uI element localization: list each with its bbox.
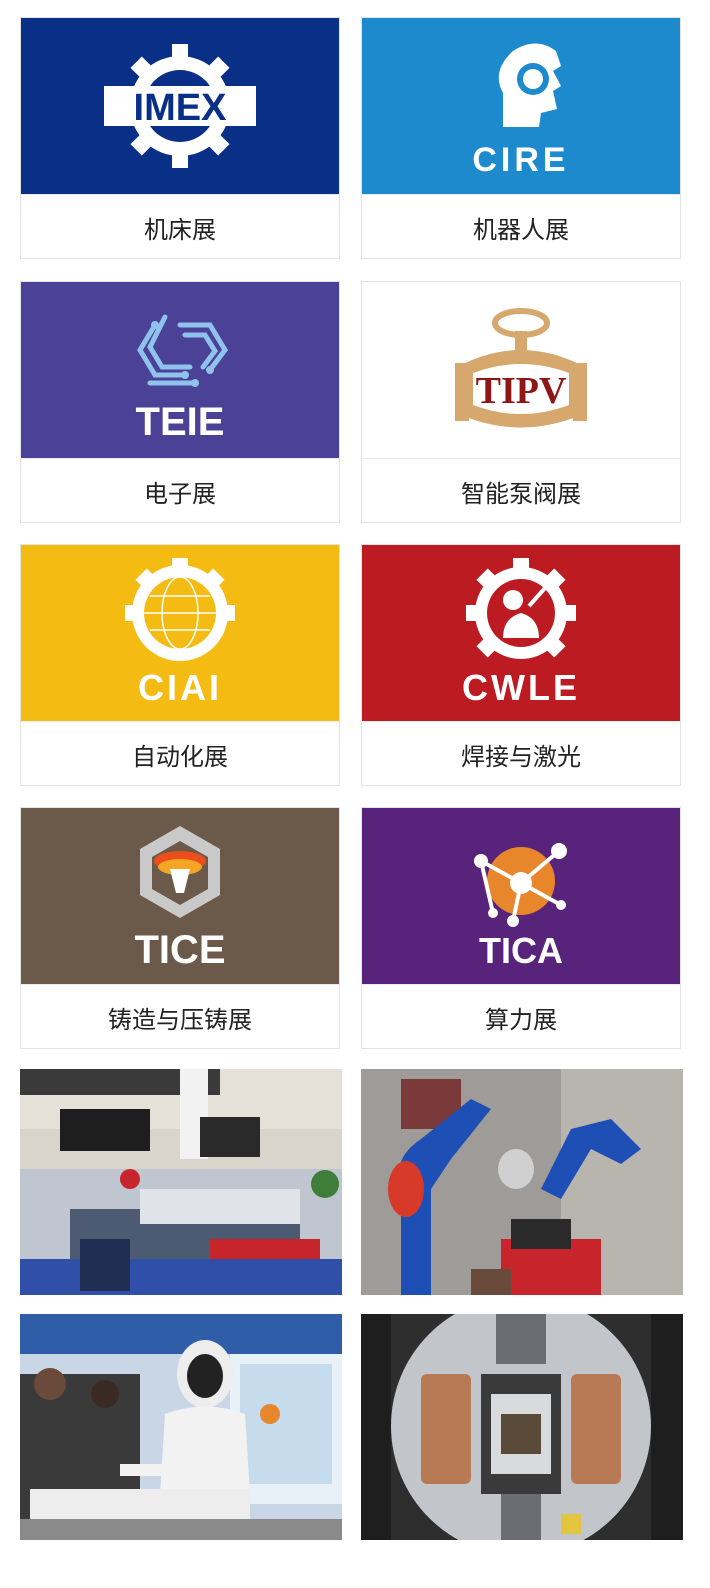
exhibition-card-ciai[interactable]: CIAI 自动化展 <box>20 544 340 786</box>
humanoid-robot-photo[interactable] <box>20 1314 342 1540</box>
exhibition-card-tipv[interactable]: TIPV 智能泵阀展 <box>361 281 681 523</box>
cwle-logo-text: CWLE <box>462 667 580 708</box>
ciai-logo-text: CIAI <box>138 667 222 708</box>
exhibition-card-cire[interactable]: CIRE 机器人展 <box>361 17 681 259</box>
cire-logo-text: CIRE <box>472 141 569 179</box>
exhibition-card-teie[interactable]: TEIE 电子展 <box>20 281 340 523</box>
cire-logo: CIRE <box>362 18 680 194</box>
exhibition-name: 智能泵阀展 <box>362 458 680 522</box>
exhibition-name: 自动化展 <box>21 721 339 785</box>
tice-logo: TICE <box>21 808 339 984</box>
exhibition-name: 机床展 <box>21 194 339 258</box>
exhibition-card-tice[interactable]: TICE 铸造与压铸展 <box>20 807 340 1049</box>
exhibition-card-cwle[interactable]: CWLE 焊接与激光 <box>361 544 681 786</box>
exhibition-name: 算力展 <box>362 984 680 1048</box>
tica-logo-text: TICA <box>479 930 563 971</box>
exhibition-card-tica[interactable]: TICA 算力展 <box>361 807 681 1049</box>
exhibition-name: 铸造与压铸展 <box>21 984 339 1048</box>
exhibition-grid: IMEX 机床展 CIRE 机器人展 TEIE 电子展 TIPV 智能泵阀展 C… <box>0 0 710 1588</box>
tipv-logo: TIPV <box>362 282 680 458</box>
welding-robot-photo[interactable] <box>361 1069 683 1295</box>
industrial-equipment-photo[interactable] <box>361 1314 683 1540</box>
exhibition-name: 机器人展 <box>362 194 680 258</box>
tipv-logo-text: TIPV <box>476 370 567 412</box>
exhibition-name: 电子展 <box>21 458 339 522</box>
tice-logo-text: TICE <box>134 928 225 971</box>
tica-logo: TICA <box>362 808 680 984</box>
exhibition-name: 焊接与激光 <box>362 721 680 785</box>
imex-logo-text: IMEX <box>134 87 228 129</box>
exhibition-card-imex[interactable]: IMEX 机床展 <box>20 17 340 259</box>
imex-logo: IMEX <box>21 18 339 194</box>
teie-logo-text: TEIE <box>136 400 225 444</box>
ciai-logo: CIAI <box>21 545 339 721</box>
machine-tool-booth-photo[interactable] <box>20 1069 342 1295</box>
teie-logo: TEIE <box>21 282 339 458</box>
cwle-logo: CWLE <box>362 545 680 721</box>
